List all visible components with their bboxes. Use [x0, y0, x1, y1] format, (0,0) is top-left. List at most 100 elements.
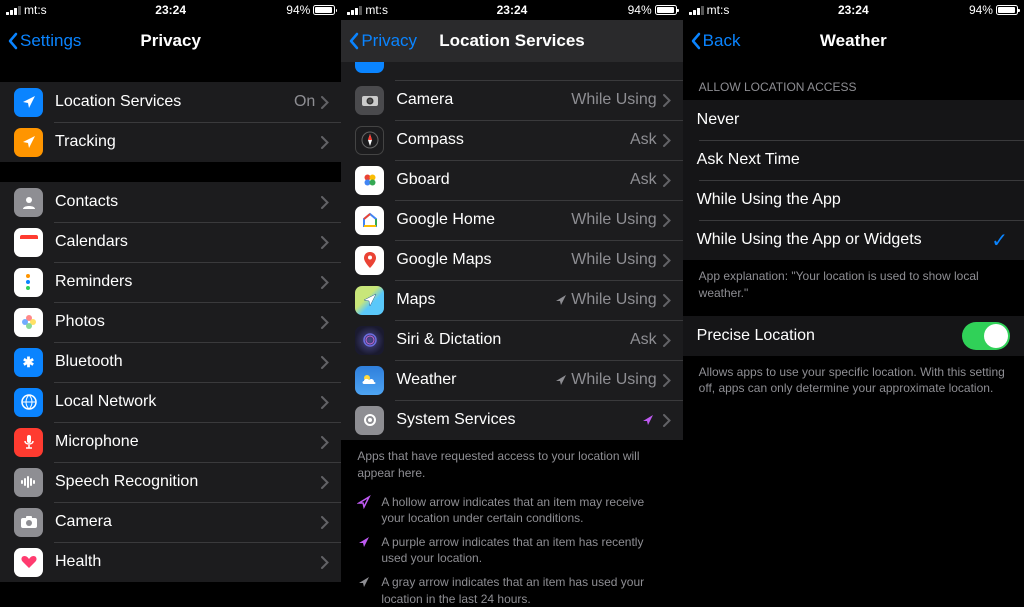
option-while-using-app-widgets[interactable]: While Using the App or Widgets ✓	[683, 220, 1024, 260]
row-label: Precise Location	[697, 327, 962, 345]
battery-percent: 94%	[969, 3, 993, 17]
legend-gray: A gray arrow indicates that an item has …	[341, 570, 682, 607]
row-speech-recognition[interactable]: Speech Recognition	[0, 462, 341, 502]
chevron-right-icon	[321, 236, 329, 249]
chevron-right-icon	[321, 556, 329, 569]
row-camera[interactable]: Camera	[0, 502, 341, 542]
phone-weather: mt:s 23:24 94% Back Weather ALLOW LOCATI…	[683, 0, 1024, 607]
row-tracking[interactable]: Tracking	[0, 122, 341, 162]
row-weather[interactable]: Weather While Using	[341, 360, 682, 400]
back-button[interactable]: Settings	[8, 31, 81, 51]
option-ask-next-time[interactable]: Ask Next Time	[683, 140, 1024, 180]
location-arrow-icon	[641, 413, 655, 427]
row-calendars[interactable]: Calendars	[0, 222, 341, 262]
tracking-icon	[14, 128, 43, 157]
row-label: Contacts	[55, 193, 321, 211]
back-button[interactable]: Back	[691, 31, 741, 51]
row-reminders[interactable]: Reminders	[0, 262, 341, 302]
chevron-right-icon	[663, 414, 671, 427]
row-microphone[interactable]: Microphone	[0, 422, 341, 462]
row-label: Calendars	[55, 233, 321, 251]
row-google-home[interactable]: Google Home While Using	[341, 200, 682, 240]
chevron-right-icon	[663, 254, 671, 267]
row-system-services[interactable]: System Services	[341, 400, 682, 440]
legend-hollow: A hollow arrow indicates that an item ma…	[341, 490, 682, 530]
row-camera-app[interactable]: Camera While Using	[341, 80, 682, 120]
legend-purple: A purple arrow indicates that an item ha…	[341, 530, 682, 570]
row-label: Microphone	[55, 433, 321, 451]
row-label: Local Network	[55, 393, 321, 411]
chevron-right-icon	[321, 136, 329, 149]
row-detail: While Using	[571, 251, 656, 269]
chevron-right-icon	[321, 276, 329, 289]
signal-icon	[6, 5, 21, 15]
row-label: Weather	[396, 371, 551, 389]
clock: 23:24	[155, 3, 186, 17]
phone-privacy: mt:s 23:24 94% Settings Privacy Location…	[0, 0, 341, 607]
row-label: Speech Recognition	[55, 473, 321, 491]
option-label: Ask Next Time	[697, 151, 1012, 169]
google-home-icon	[355, 206, 384, 235]
battery-percent: 94%	[286, 3, 310, 17]
checkmark-icon: ✓	[991, 228, 1008, 253]
google-maps-icon	[355, 246, 384, 275]
bluetooth-icon: ✱	[14, 348, 43, 377]
carrier: mt:s	[707, 3, 730, 17]
option-label: While Using the App	[697, 191, 1012, 209]
row-maps[interactable]: Maps While Using	[341, 280, 682, 320]
legend-text: A gray arrow indicates that an item has …	[381, 574, 666, 606]
row-compass[interactable]: Compass Ask	[341, 120, 682, 160]
row-google-maps[interactable]: Google Maps While Using	[341, 240, 682, 280]
row-contacts[interactable]: Contacts	[0, 182, 341, 222]
weather-icon	[355, 366, 384, 395]
chevron-right-icon	[321, 316, 329, 329]
row-label: Compass	[396, 131, 630, 149]
row-detail: While Using	[571, 291, 656, 309]
row-health[interactable]: Health	[0, 542, 341, 582]
chevron-right-icon	[663, 294, 671, 307]
row-label: Gboard	[396, 171, 630, 189]
reminders-icon	[14, 268, 43, 297]
battery-percent: 94%	[628, 3, 652, 17]
battery-icon	[313, 5, 335, 15]
row-partial[interactable]	[341, 62, 682, 80]
chevron-right-icon	[321, 436, 329, 449]
row-label: Maps	[396, 291, 551, 309]
row-label: Photos	[55, 313, 321, 331]
contacts-icon	[14, 188, 43, 217]
precise-location-toggle[interactable]	[962, 322, 1010, 350]
back-label: Settings	[20, 31, 81, 51]
chevron-left-icon	[8, 32, 18, 50]
photos-icon	[14, 308, 43, 337]
battery-icon	[655, 5, 677, 15]
chevron-right-icon	[663, 174, 671, 187]
row-siri[interactable]: Siri & Dictation Ask	[341, 320, 682, 360]
option-label: While Using the App or Widgets	[697, 231, 992, 249]
nav-bar: Settings Privacy	[0, 20, 341, 62]
row-label: Camera	[396, 91, 571, 109]
option-never[interactable]: Never	[683, 100, 1024, 140]
back-button[interactable]: Privacy	[349, 31, 417, 51]
back-label: Back	[703, 31, 741, 51]
calendar-icon	[14, 228, 43, 257]
section-header: ALLOW LOCATION ACCESS	[683, 62, 1024, 100]
row-location-services[interactable]: Location Services On	[0, 82, 341, 122]
nav-bar: Privacy Location Services	[341, 20, 682, 62]
row-local-network[interactable]: Local Network	[0, 382, 341, 422]
row-gboard[interactable]: Gboard Ask	[341, 160, 682, 200]
row-label: Siri & Dictation	[396, 331, 630, 349]
explanation-text: App explanation: "Your location is used …	[683, 260, 1024, 310]
camera-icon	[14, 508, 43, 537]
clock: 23:24	[497, 3, 528, 17]
option-while-using-app[interactable]: While Using the App	[683, 180, 1024, 220]
siri-icon	[355, 326, 384, 355]
row-photos[interactable]: Photos	[0, 302, 341, 342]
chevron-right-icon	[321, 396, 329, 409]
row-precise-location[interactable]: Precise Location	[683, 316, 1024, 356]
status-bar: mt:s 23:24 94%	[683, 0, 1024, 20]
row-detail: Ask	[630, 331, 657, 349]
row-detail: Ask	[630, 131, 657, 149]
gboard-icon	[355, 166, 384, 195]
row-label: System Services	[396, 411, 637, 429]
row-bluetooth[interactable]: ✱ Bluetooth	[0, 342, 341, 382]
